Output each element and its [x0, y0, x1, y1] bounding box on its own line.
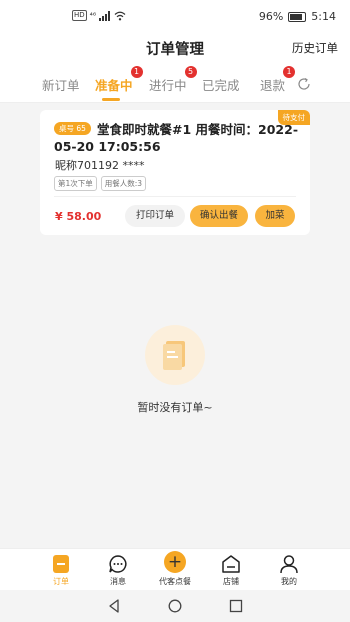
status-bar: HD ⁴⁶ 96% 5:14 [0, 0, 350, 32]
tab-badge: 1 [130, 66, 143, 78]
tab-label: 进行中 [149, 78, 187, 93]
table-number-badge: 桌号 65 [54, 122, 91, 135]
signal-icon [99, 10, 111, 21]
order-count-chip: 第1次下单 [54, 176, 97, 191]
nav-orders[interactable]: 订单 [36, 554, 86, 587]
customer-name: 昵称701192 **** [55, 159, 145, 172]
clock: 5:14 [311, 10, 336, 23]
tab-badge: 5 [184, 66, 197, 78]
signal-tag: ⁴⁶ [89, 11, 97, 20]
tab-preparing[interactable]: 准备中 1 [95, 66, 143, 94]
user-icon [280, 555, 298, 574]
back-icon[interactable] [107, 599, 121, 613]
nav-label: 代客点餐 [159, 577, 191, 586]
network-type: HD [72, 10, 87, 21]
order-price: ¥ 58.00 [55, 210, 102, 223]
order-icon [53, 555, 69, 573]
nav-messages[interactable]: 消息 [93, 554, 143, 587]
empty-state: 暂时没有订单~ [0, 325, 350, 415]
add-dishes-button[interactable]: 加菜 [255, 205, 295, 227]
nav-label: 订单 [53, 577, 69, 586]
system-nav-bar [0, 590, 350, 622]
order-chips: 第1次下单 用餐人数:3 [54, 176, 147, 191]
print-order-button[interactable]: 打印订单 [125, 205, 185, 227]
header: 订单管理 历史订单 [0, 32, 350, 64]
tab-badge: 1 [283, 66, 296, 78]
nav-profile[interactable]: 我的 [264, 554, 314, 587]
battery-icon [288, 11, 307, 22]
message-icon [109, 555, 127, 573]
tab-in-progress[interactable]: 进行中 5 [149, 66, 197, 94]
order-card[interactable]: 待支付 堂食即时就餐#1 用餐时间：2022-05-20 17:05:56 桌号… [40, 110, 310, 235]
battery-percent: 96% [258, 10, 284, 23]
nav-order-for-customer[interactable]: + 代客点餐 [150, 551, 200, 587]
active-tab-indicator [102, 98, 120, 101]
tab-new-orders[interactable]: 新订单 [42, 75, 80, 94]
tab-label: 准备中 [95, 78, 133, 93]
card-divider [54, 196, 296, 197]
tab-refund[interactable]: 退款 1 [260, 66, 296, 94]
nav-label: 消息 [110, 577, 126, 586]
empty-illustration [145, 325, 205, 385]
nav-label: 店铺 [223, 577, 239, 586]
recents-icon[interactable] [229, 599, 243, 613]
status-left: HD ⁴⁶ [72, 10, 126, 21]
empty-state-text: 暂时没有订单~ [137, 401, 213, 414]
wifi-icon [114, 11, 126, 20]
document-icon [163, 341, 185, 370]
tab-label: 新订单 [42, 78, 80, 93]
nav-label: 我的 [281, 577, 297, 586]
tab-completed[interactable]: 已完成 [202, 75, 240, 94]
tab-label: 退款 [260, 78, 286, 93]
tab-label: 已完成 [202, 78, 240, 93]
bottom-nav: 订单 消息 + 代客点餐 店铺 我的 [0, 548, 350, 591]
home-icon[interactable] [168, 599, 182, 613]
confirm-serve-button[interactable]: 确认出餐 [190, 205, 248, 227]
nav-store[interactable]: 店铺 [206, 554, 256, 587]
diners-chip: 用餐人数:3 [100, 176, 147, 191]
history-orders-link[interactable]: 历史订单 [292, 40, 338, 56]
store-icon [222, 555, 240, 573]
plus-icon: + [164, 551, 186, 573]
status-right: 96% 5:14 [259, 10, 336, 23]
refresh-icon[interactable] [296, 76, 312, 92]
